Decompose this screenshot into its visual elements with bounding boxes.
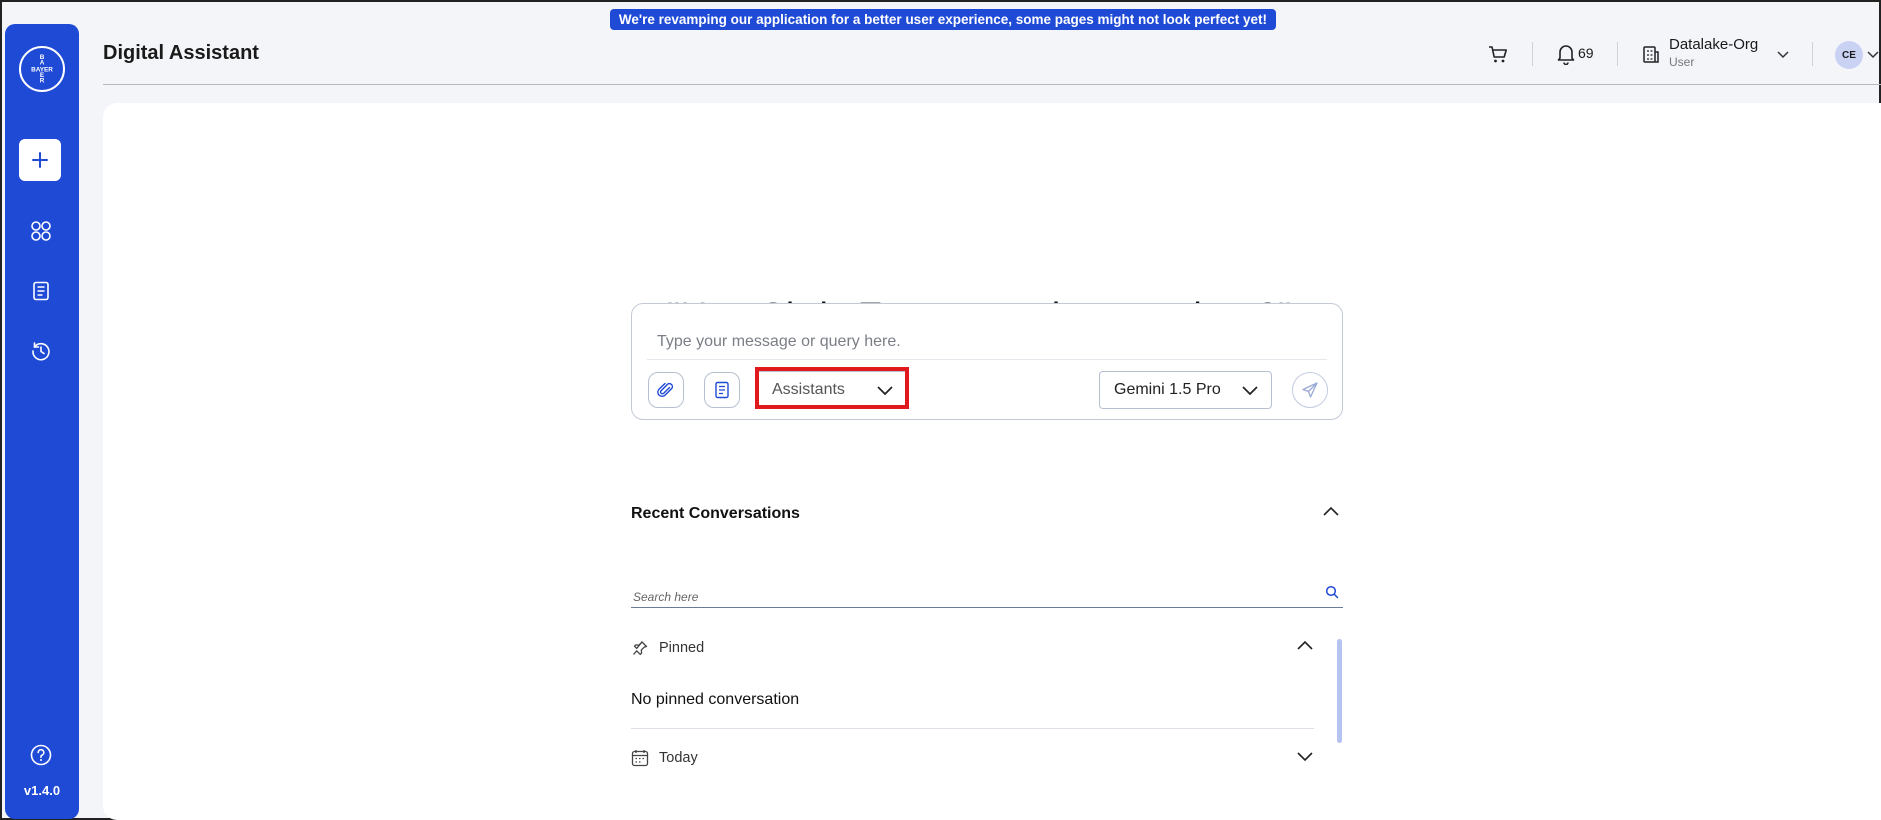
header-divider xyxy=(1617,42,1618,66)
page-title: Digital Assistant xyxy=(103,42,259,64)
apps-button[interactable] xyxy=(27,217,55,245)
new-chat-button[interactable] xyxy=(19,139,61,181)
chevron-down-icon xyxy=(1777,51,1789,59)
history-button[interactable] xyxy=(27,337,55,365)
header-divider xyxy=(1812,42,1813,66)
recent-collapse-toggle[interactable] xyxy=(1322,505,1340,523)
avatar[interactable]: CE xyxy=(1835,41,1863,69)
sidebar: B A BAYER E R v1.4.0 xyxy=(5,24,79,819)
today-group-header[interactable]: Today xyxy=(631,748,1314,768)
help-icon xyxy=(30,744,52,766)
org-icon-wrap xyxy=(1640,42,1662,66)
main-panel: "Hey Chris Evans, ready to explore?" Ask… xyxy=(103,103,1881,820)
org-role: User xyxy=(1669,55,1695,69)
paperclip-icon xyxy=(657,382,674,398)
chevron-down-icon xyxy=(1297,752,1313,762)
history-icon xyxy=(32,342,50,361)
today-label: Today xyxy=(659,750,698,766)
message-input[interactable] xyxy=(657,327,1327,357)
conversation-search-input[interactable] xyxy=(633,587,1323,607)
pinned-group-header[interactable]: Pinned xyxy=(631,638,1314,658)
search-underline xyxy=(631,607,1343,608)
announcement-banner: We're revamping our application for a be… xyxy=(610,9,1276,30)
document-icon xyxy=(715,381,729,399)
recent-conversations-title: Recent Conversations xyxy=(631,505,800,522)
plus-icon xyxy=(32,152,48,168)
pinned-label: Pinned xyxy=(659,640,705,656)
calendar-icon xyxy=(631,750,649,767)
send-icon xyxy=(1302,382,1318,398)
send-button[interactable] xyxy=(1292,372,1328,408)
header-divider xyxy=(1532,42,1533,66)
cart-icon xyxy=(1489,46,1507,63)
help-button[interactable] xyxy=(27,741,55,769)
highlight-box xyxy=(755,367,909,409)
org-dropdown[interactable] xyxy=(1774,45,1792,63)
pin-icon xyxy=(633,641,648,656)
bayer-logo-icon: B A BAYER E R xyxy=(31,54,53,85)
search-icon xyxy=(1325,585,1339,599)
bell-icon xyxy=(1557,45,1575,65)
model-select[interactable]: Gemini 1.5 Pro xyxy=(1099,371,1272,409)
conversation-list-scrollbar[interactable] xyxy=(1337,639,1342,743)
model-select-label: Gemini 1.5 Pro xyxy=(1114,381,1221,398)
documents-button[interactable] xyxy=(27,277,55,305)
attach-button[interactable] xyxy=(648,372,684,408)
pinned-empty-text: No pinned conversation xyxy=(631,691,800,708)
chevron-down-icon xyxy=(1242,386,1258,396)
composer-divider xyxy=(647,359,1327,360)
org-name[interactable]: Datalake-Org xyxy=(1669,36,1758,53)
document-icon xyxy=(33,281,49,301)
building-icon xyxy=(1643,46,1659,63)
profile-dropdown[interactable] xyxy=(1866,47,1880,61)
cart-button[interactable] xyxy=(1486,42,1510,66)
chevron-up-icon xyxy=(1323,506,1339,516)
app-version: v1.4.0 xyxy=(23,783,61,798)
svg-text:R: R xyxy=(40,78,45,85)
search-button[interactable] xyxy=(1325,585,1339,604)
chevron-down-icon xyxy=(1867,51,1879,59)
notifications-button[interactable] xyxy=(1554,42,1578,66)
grid-icon xyxy=(31,221,51,241)
bayer-logo[interactable]: B A BAYER E R xyxy=(19,46,65,92)
header-divider-line xyxy=(103,84,1881,85)
group-divider xyxy=(631,728,1314,729)
prompt-library-button[interactable] xyxy=(704,372,740,408)
notification-count: 69 xyxy=(1578,45,1594,61)
chevron-up-icon xyxy=(1297,640,1313,650)
